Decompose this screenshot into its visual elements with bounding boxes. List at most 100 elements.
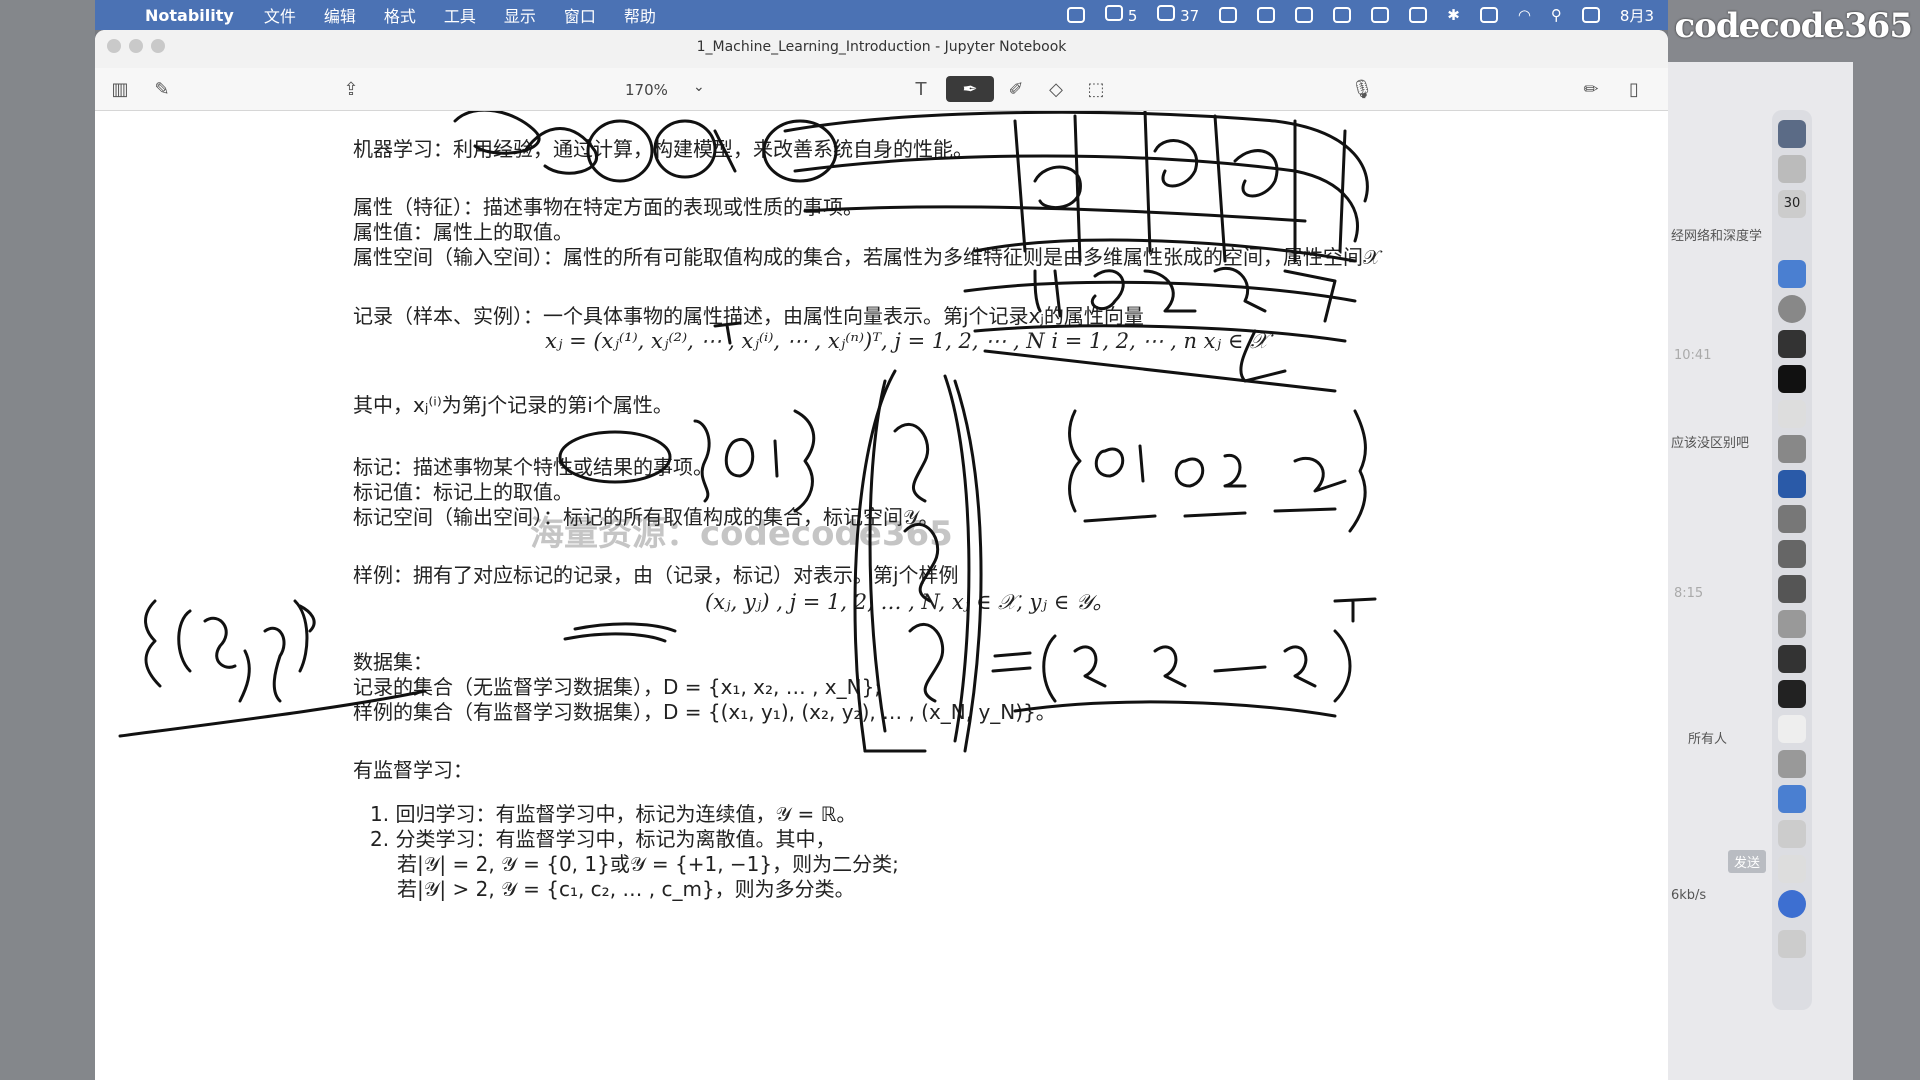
ink-stroke: [1013, 119, 1027, 253]
note-line-ex1: 样例：拥有了对应标记的记录，由（记录，标记）对表示。第j个样例: [353, 563, 959, 587]
spotlight-icon[interactable]: ⚲: [1551, 6, 1562, 24]
app-menu[interactable]: Notability: [145, 6, 234, 25]
share-icon[interactable]: ⇪: [340, 76, 362, 102]
pencil-settings-icon[interactable]: ✏: [1580, 76, 1602, 102]
zoom-level[interactable]: 170%: [625, 81, 668, 99]
ink-stroke: [803, 205, 1307, 223]
menu-format[interactable]: 格式: [384, 3, 416, 27]
dock-app-icon[interactable]: [1778, 365, 1806, 393]
search-status-icon[interactable]: [1219, 7, 1238, 23]
dock-app-icon[interactable]: [1778, 120, 1806, 148]
ink-stroke: [1153, 139, 1199, 188]
trash-icon[interactable]: [1778, 930, 1806, 958]
book-icon[interactable]: [1778, 820, 1806, 848]
desktop-left: [0, 0, 95, 1080]
ink-stroke: [793, 409, 816, 513]
ink-stroke: [1143, 269, 1197, 313]
menu-window[interactable]: 窗口: [564, 3, 596, 27]
compose-icon[interactable]: ✎: [151, 76, 173, 102]
chevron-down-icon[interactable]: ⌄: [693, 79, 705, 95]
note-line-label3: 标记空间（输出空间）：标记的所有取值构成的集合，标记空间𝒴。: [353, 505, 939, 529]
highlighter-icon[interactable]: ✐: [1005, 76, 1027, 102]
ink-stroke: [1333, 597, 1377, 623]
dock-app-icon[interactable]: [1778, 505, 1806, 533]
window-title: 1_Machine_Learning_Introduction - Jupyte…: [696, 39, 1067, 55]
dock-app-icon[interactable]: [1778, 155, 1806, 183]
ink-stroke: [1013, 700, 1337, 718]
side-text-3[interactable]: 所有人: [1688, 728, 1727, 747]
formula-example: (xⱼ, yⱼ) , j = 1, 2, … , N, xⱼ ∈ 𝒳, yⱼ ∈…: [705, 590, 1114, 614]
dock-app-icon[interactable]: [1778, 855, 1806, 883]
control-center-icon[interactable]: [1581, 7, 1600, 23]
window-icon[interactable]: [1371, 7, 1390, 23]
typora-icon[interactable]: [1778, 715, 1806, 743]
input-method-icon[interactable]: [1409, 7, 1428, 23]
status-app-icon[interactable]: [1067, 7, 1086, 23]
sidebar-toggle-icon[interactable]: ▥: [109, 76, 131, 102]
bluetooth-icon[interactable]: ✱: [1447, 6, 1460, 24]
menu-tools[interactable]: 工具: [444, 3, 476, 27]
side-time-1: 10:41: [1674, 348, 1712, 363]
wifi-icon[interactable]: ◠: [1518, 6, 1531, 24]
ink-stroke: [263, 627, 286, 703]
ink-stroke: [563, 632, 667, 643]
ink-stroke: [1153, 645, 1187, 688]
dock-app-icon[interactable]: [1778, 750, 1806, 778]
chrome-icon[interactable]: [1778, 575, 1806, 603]
ink-stroke: [893, 423, 930, 503]
menu-help[interactable]: 帮助: [624, 3, 656, 27]
brand-logo: codecode365: [1674, 6, 1913, 46]
notif-count: 37: [1180, 7, 1200, 25]
dock-app-icon[interactable]: [1778, 295, 1806, 323]
wechat-count: 5: [1127, 7, 1138, 25]
dock-app-icon[interactable]: [1778, 680, 1806, 708]
box-icon[interactable]: [1295, 7, 1314, 23]
dock-app-icon[interactable]: [1778, 540, 1806, 568]
ink-stroke: [1213, 665, 1267, 673]
ink-stroke: [1293, 456, 1347, 493]
note-line-ds2: 样例的集合（有监督学习数据集），D = {(x₁, y₁), (x₂, y₂),…: [353, 700, 1056, 724]
note-line-ml: 机器学习：利用经验，通过计算，构建模型，来改善系统自身的性能。: [353, 137, 973, 161]
ink-stroke: [793, 154, 1359, 243]
title-bar: 1_Machine_Learning_Introduction - Jupyte…: [95, 30, 1668, 68]
menu-edit[interactable]: 编辑: [324, 3, 356, 27]
note-line-attr3: 属性空间（输入空间）：属性的所有可能取值构成的集合，若属性为多维特征则是由多维属…: [353, 245, 1381, 269]
notif-status[interactable]: 37: [1157, 5, 1199, 25]
eraser-icon[interactable]: ◇: [1045, 76, 1067, 102]
penguin-icon[interactable]: [1778, 400, 1806, 428]
calendar-icon[interactable]: 30: [1778, 190, 1806, 218]
pages-icon[interactable]: ▯: [1623, 76, 1645, 102]
lasso-icon[interactable]: ⬚: [1085, 76, 1107, 102]
text-tool-icon[interactable]: T: [910, 76, 932, 102]
menu-file[interactable]: 文件: [264, 3, 296, 27]
github-icon[interactable]: [1778, 645, 1806, 673]
ink-stroke: [1042, 634, 1057, 703]
ink-stroke: [1073, 114, 1082, 263]
dock-app-icon[interactable]: [1778, 610, 1806, 638]
side-text-2: 应该没区别吧: [1671, 436, 1750, 451]
microphone-icon[interactable]: 🎙: [1351, 76, 1374, 102]
drive-icon[interactable]: [1257, 7, 1276, 23]
wechat-icon: [1105, 5, 1124, 21]
wechat-dock-icon[interactable]: [1778, 435, 1806, 463]
wechat-status[interactable]: 5: [1105, 5, 1137, 25]
menubar-date[interactable]: 8月3: [1620, 5, 1654, 26]
dock-app-icon[interactable]: [1778, 260, 1806, 288]
word-icon[interactable]: [1778, 470, 1806, 498]
side-app-panel: 经网络和深度学 10:41 应该没区别吧 8:15 所有人 发送 6kb/s: [1668, 62, 1853, 1080]
ink-stroke: [1338, 129, 1347, 253]
dock-app-icon[interactable]: [1778, 330, 1806, 358]
toolbar: ▥ ✎ ⇪ 170% ⌄ T ✒ ✐ ◇ ⬚ 🎙 ✏ ▯: [95, 68, 1668, 111]
note-line-sup0: 有监督学习：: [353, 758, 473, 782]
battery-icon[interactable]: [1479, 7, 1498, 23]
dock-app-icon[interactable]: [1778, 890, 1806, 918]
ink-stroke: [1174, 457, 1205, 488]
dock-app-icon[interactable]: [1778, 785, 1806, 813]
note-page[interactable]: 机器学习：利用经验，通过计算，构建模型，来改善系统自身的性能。 属性（特征）：描…: [95, 111, 1668, 1080]
play-icon[interactable]: [1333, 7, 1352, 23]
ink-stroke: [991, 651, 1032, 673]
pen-tool-icon[interactable]: ✒: [946, 76, 994, 102]
menu-view[interactable]: 显示: [504, 3, 536, 27]
send-button[interactable]: 发送: [1728, 850, 1767, 873]
ink-stroke: [1068, 409, 1082, 513]
